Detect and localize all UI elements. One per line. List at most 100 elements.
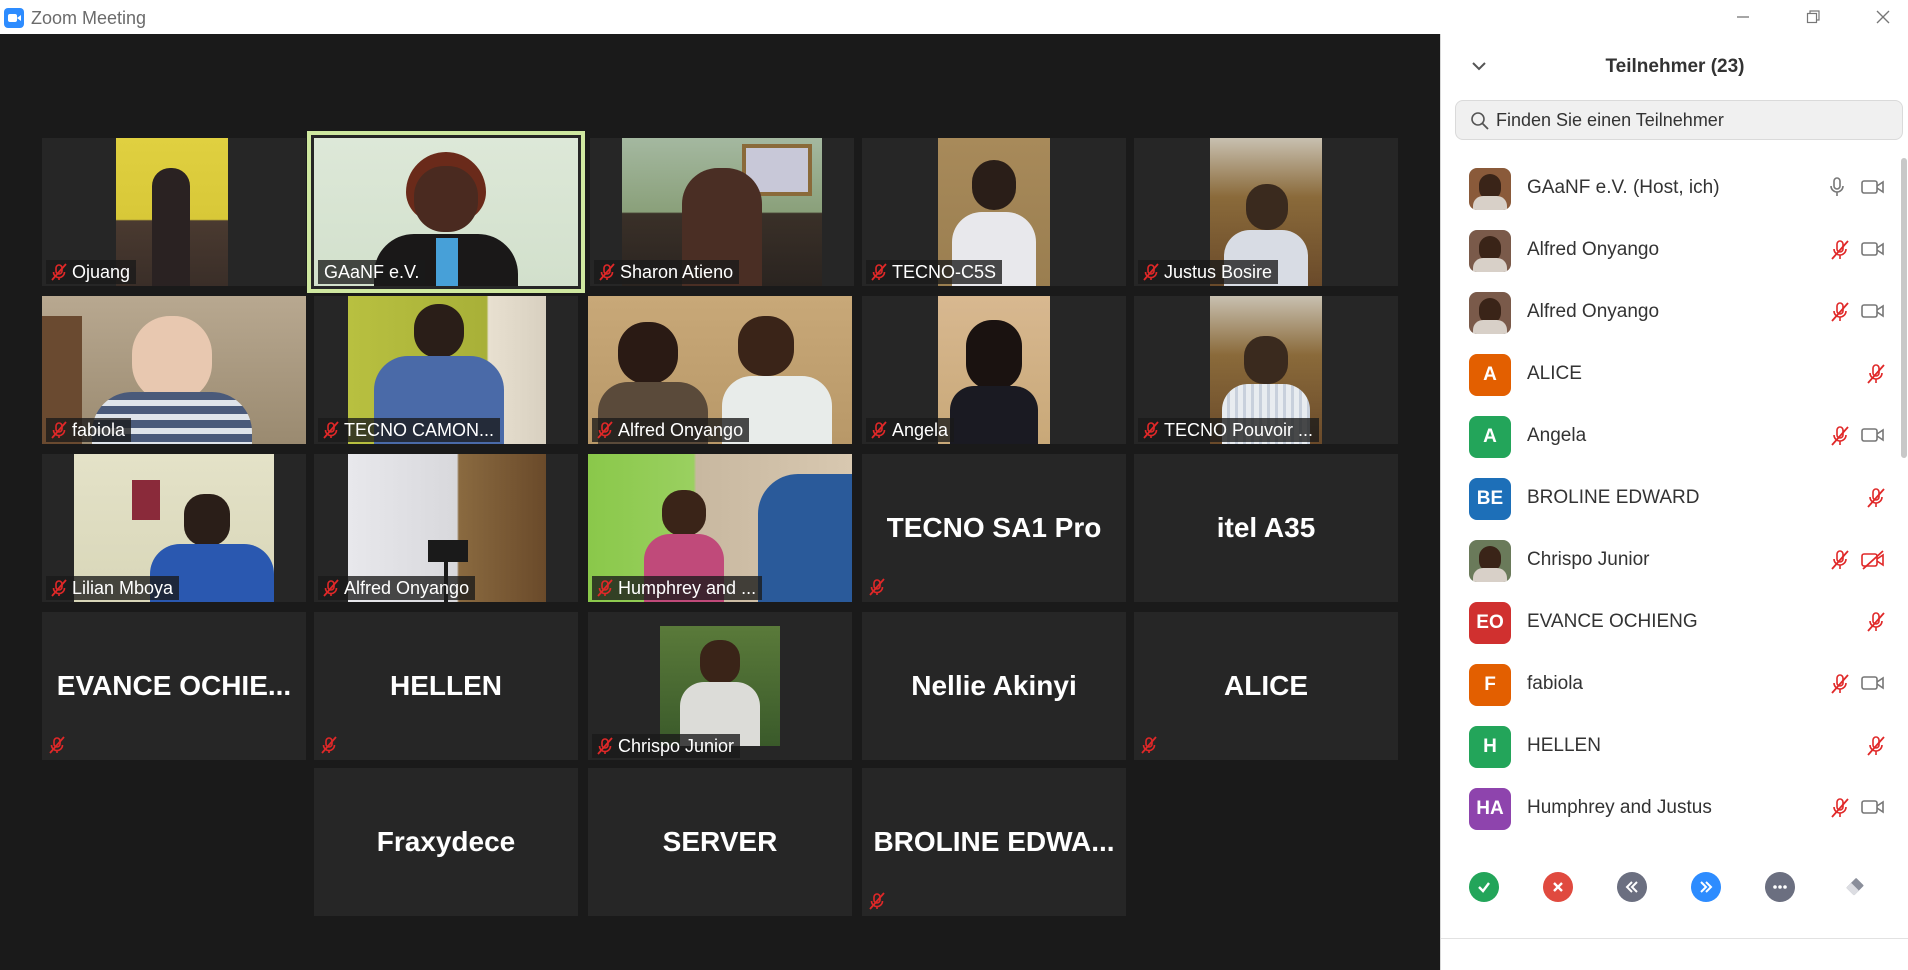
participant-row[interactable]: Alfred Onyango xyxy=(1441,220,1908,282)
video-tile[interactable]: TECNO Pouvoir ... xyxy=(1134,296,1398,444)
video-tile-active-speaker[interactable]: GAaNF e.V. xyxy=(307,131,585,293)
participant-row[interactable]: EO EVANCE OCHIENG xyxy=(1441,592,1908,654)
video-tile[interactable]: Chrispo Junior xyxy=(588,612,852,760)
video-camera-icon[interactable] xyxy=(1861,178,1885,201)
participant-name-display: BROLINE EDWA... xyxy=(873,826,1115,857)
video-tile[interactable]: Nellie Akinyi xyxy=(862,612,1126,760)
video-gallery: Ojuang GAaNF e.V. Sharon Atieno TECNO-C5… xyxy=(0,34,1440,970)
video-tile[interactable]: Humphrey and ... xyxy=(588,454,852,602)
nonverbal-feedback-bar xyxy=(1441,872,1908,932)
video-feed xyxy=(938,296,1050,444)
mic-muted-icon[interactable] xyxy=(1865,611,1887,638)
participant-name: GAaNF e.V. (Host, ich) xyxy=(1527,177,1720,198)
video-tile[interactable]: Sharon Atieno xyxy=(590,138,854,286)
participant-label: TECNO CAMON... xyxy=(318,418,501,442)
participant-row[interactable]: HA Humphrey and Justus xyxy=(1441,778,1908,840)
avatar: F xyxy=(1469,664,1511,706)
participant-name-display: EVANCE OCHIE... xyxy=(56,670,292,701)
video-tile[interactable]: Lilian Mboya xyxy=(42,454,306,602)
participant-name-display: itel A35 xyxy=(1216,512,1316,543)
video-camera-icon[interactable] xyxy=(1861,302,1885,325)
video-tile[interactable]: EVANCE OCHIE... xyxy=(42,612,306,760)
mic-muted-icon[interactable] xyxy=(1829,549,1851,576)
participant-search[interactable] xyxy=(1455,100,1903,140)
mic-muted-icon[interactable] xyxy=(1829,301,1851,328)
mic-muted-icon[interactable] xyxy=(1865,487,1887,514)
video-camera-icon[interactable] xyxy=(1861,674,1885,697)
video-camera-off-icon[interactable] xyxy=(1861,550,1885,575)
close-icon[interactable] xyxy=(1860,0,1906,34)
mic-muted-icon xyxy=(597,737,613,755)
video-tile[interactable]: Justus Bosire xyxy=(1134,138,1398,286)
video-tile[interactable]: TECNO-C5S xyxy=(862,138,1126,286)
participant-name: Chrispo Junior xyxy=(1527,549,1650,570)
mic-muted-icon xyxy=(869,578,885,596)
mic-muted-icon xyxy=(323,421,339,439)
video-camera-icon[interactable] xyxy=(1861,426,1885,449)
participant-row[interactable]: Chrispo Junior xyxy=(1441,530,1908,592)
search-input[interactable] xyxy=(1496,101,1896,139)
minimize-icon[interactable] xyxy=(1720,0,1766,34)
video-tile[interactable]: TECNO SA1 Pro xyxy=(862,454,1126,602)
mic-muted-icon xyxy=(597,579,613,597)
video-tile[interactable]: HELLEN xyxy=(314,612,578,760)
video-camera-icon[interactable] xyxy=(1861,798,1885,821)
participant-row[interactable]: GAaNF e.V. (Host, ich) xyxy=(1441,158,1908,220)
avatar: HA xyxy=(1469,788,1511,830)
video-tile[interactable]: TECNO CAMON... xyxy=(314,296,578,444)
participants-panel: Teilnehmer (23) GAaNF e.V. (Host, ich) Al… xyxy=(1440,34,1908,970)
participant-label: TECNO Pouvoir ... xyxy=(1138,418,1320,442)
video-tile[interactable]: SERVER xyxy=(588,768,852,916)
mic-muted-icon xyxy=(1141,736,1157,754)
avatar xyxy=(1469,230,1511,272)
participant-name: ALICE xyxy=(1527,363,1582,384)
mic-muted-icon xyxy=(51,421,67,439)
mic-muted-icon[interactable] xyxy=(1865,735,1887,762)
mic-muted-icon xyxy=(51,263,67,281)
mic-muted-icon[interactable] xyxy=(1865,363,1887,390)
scrollbar[interactable] xyxy=(1901,158,1907,458)
avatar: A xyxy=(1469,416,1511,458)
participant-row[interactable]: A ALICE xyxy=(1441,344,1908,406)
video-tile[interactable]: ALICE xyxy=(1134,612,1398,760)
clear-all-icon[interactable] xyxy=(1839,872,1869,902)
participant-row[interactable]: Ffabiola xyxy=(1441,654,1908,716)
participant-row[interactable]: Alfred Onyango xyxy=(1441,282,1908,344)
video-tile[interactable]: Fraxydece xyxy=(314,768,578,916)
video-tile[interactable]: BROLINE EDWA... xyxy=(862,768,1126,916)
participant-label: fabiola xyxy=(46,418,132,442)
participant-label: Chrispo Junior xyxy=(592,734,741,758)
video-tile[interactable]: Alfred Onyango xyxy=(314,454,578,602)
avatar xyxy=(1469,540,1511,582)
mic-muted-icon[interactable] xyxy=(1829,673,1851,700)
go-faster-icon[interactable] xyxy=(1691,872,1721,902)
video-tile[interactable]: Ojuang xyxy=(42,138,306,286)
no-icon[interactable] xyxy=(1543,872,1573,902)
mic-muted-icon[interactable] xyxy=(1829,797,1851,824)
search-icon xyxy=(1471,112,1489,130)
participant-row[interactable]: A Angela xyxy=(1441,406,1908,468)
mic-icon[interactable] xyxy=(1829,177,1845,202)
go-slower-icon[interactable] xyxy=(1617,872,1647,902)
mic-muted-icon[interactable] xyxy=(1829,425,1851,452)
participant-row[interactable]: BE BROLINE EDWARD xyxy=(1441,468,1908,530)
mic-muted-icon xyxy=(599,263,615,281)
restore-icon[interactable] xyxy=(1790,0,1836,34)
mic-muted-icon xyxy=(871,421,887,439)
participant-name-display: SERVER xyxy=(662,826,778,857)
participant-row[interactable]: H HELLEN xyxy=(1441,716,1908,778)
video-camera-icon[interactable] xyxy=(1861,240,1885,263)
participant-name: HELLEN xyxy=(1527,735,1601,756)
participant-label: Angela xyxy=(866,418,955,442)
yes-icon[interactable] xyxy=(1469,872,1499,902)
mic-muted-icon[interactable] xyxy=(1829,239,1851,266)
video-tile[interactable]: Alfred Onyango xyxy=(588,296,852,444)
more-icon[interactable] xyxy=(1765,872,1795,902)
participant-name: Humphrey and Justus xyxy=(1527,797,1712,818)
video-tile[interactable]: fabiola xyxy=(42,296,306,444)
participant-name: Alfred Onyango xyxy=(1527,239,1660,260)
participant-name: Angela xyxy=(1527,425,1587,446)
video-tile[interactable]: itel A35 xyxy=(1134,454,1398,602)
video-tile[interactable]: Angela xyxy=(862,296,1126,444)
mic-muted-icon xyxy=(51,579,67,597)
